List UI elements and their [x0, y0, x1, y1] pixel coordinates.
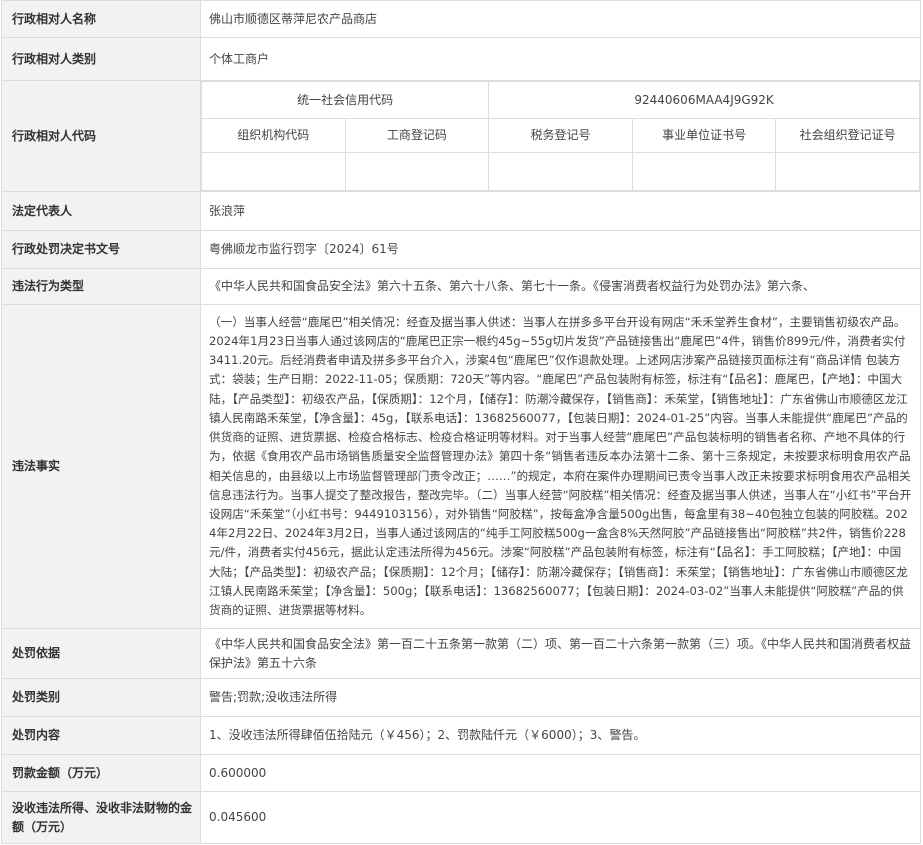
penalty-info-table: 行政相对人名称 佛山市顺德区蒂萍尼农产品商店 行政相对人类别 个体工商户 行政相… — [1, 0, 921, 844]
label-name: 行政相对人名称 — [1, 0, 201, 38]
label-basis: 处罚依据 — [1, 628, 201, 679]
label-doc-no: 行政处罚决定书文号 — [1, 230, 201, 269]
row-code: 行政相对人代码 统一社会信用代码 92440606MAA4J9G92K 组织机构… — [1, 80, 921, 192]
row-category: 行政相对人类别 个体工商户 — [1, 37, 921, 81]
label-penalty-content: 处罚内容 — [1, 716, 201, 755]
label-confiscation: 没收违法所得、没收非法财物的金额（万元） — [1, 791, 201, 844]
value-violation-type: 《中华人民共和国食品安全法》第六十五条、第六十八条、第七十一条。《侵害消费者权益… — [200, 268, 921, 305]
tax-reg-header: 税务登记号 — [488, 118, 633, 153]
social-org-value — [775, 152, 920, 191]
label-violation-type: 违法行为类型 — [1, 268, 201, 305]
value-confiscation: 0.045600 — [200, 791, 921, 844]
code-subtable: 统一社会信用代码 92440606MAA4J9G92K 组织机构代码 工商登记码… — [200, 81, 920, 191]
row-penalty-type: 处罚类别 警告;罚款;没收违法所得 — [1, 678, 921, 717]
row-legal-rep: 法定代表人 张浪萍 — [1, 191, 921, 231]
value-penalty-content: 1、没收违法所得肆佰伍拾陆元（￥456）；2、罚款陆仟元（￥6000）；3、警告… — [200, 716, 921, 755]
social-org-header: 社会组织登记证号 — [775, 118, 920, 153]
label-fine: 罚款金额（万元） — [1, 754, 201, 792]
row-confiscation: 没收违法所得、没收非法财物的金额（万元） 0.045600 — [1, 791, 921, 844]
org-code-header: 组织机构代码 — [201, 118, 346, 153]
business-reg-value — [344, 152, 490, 191]
value-penalty-type: 警告;罚款;没收违法所得 — [200, 678, 921, 717]
label-legal-rep: 法定代表人 — [1, 191, 201, 231]
business-reg-header: 工商登记码 — [344, 118, 490, 153]
row-fine: 罚款金额（万元） 0.600000 — [1, 754, 921, 792]
value-fine: 0.600000 — [200, 754, 921, 792]
label-penalty-type: 处罚类别 — [1, 678, 201, 717]
institution-cert-value — [631, 152, 777, 191]
code-subtable-cell: 统一社会信用代码 92440606MAA4J9G92K 组织机构代码 工商登记码… — [200, 80, 921, 192]
value-doc-no: 粤佛顺龙市监行罚字〔2024〕61号 — [200, 230, 921, 269]
row-name: 行政相对人名称 佛山市顺德区蒂萍尼农产品商店 — [1, 0, 921, 38]
label-code: 行政相对人代码 — [1, 80, 201, 192]
tax-reg-value — [488, 152, 633, 191]
credit-code-label: 统一社会信用代码 — [200, 81, 490, 119]
value-name: 佛山市顺德区蒂萍尼农产品商店 — [200, 0, 921, 38]
row-doc-no: 行政处罚决定书文号 粤佛顺龙市监行罚字〔2024〕61号 — [1, 230, 921, 269]
institution-cert-header: 事业单位证书号 — [631, 118, 777, 153]
row-basis: 处罚依据 《中华人民共和国食品安全法》第一百二十五条第一款第（二）项、第一百二十… — [1, 628, 921, 679]
org-code-value — [201, 152, 346, 191]
row-violation-type: 违法行为类型 《中华人民共和国食品安全法》第六十五条、第六十八条、第七十一条。《… — [1, 268, 921, 305]
row-facts: 违法事实 （一）当事人经营“鹿尾巴”相关情况：经查及据当事人供述：当事人在拼多多… — [1, 304, 921, 629]
label-category: 行政相对人类别 — [1, 37, 201, 81]
value-category: 个体工商户 — [200, 37, 921, 81]
credit-code-value: 92440606MAA4J9G92K — [488, 81, 920, 119]
row-penalty-content: 处罚内容 1、没收违法所得肆佰伍拾陆元（￥456）；2、罚款陆仟元（￥6000）… — [1, 716, 921, 755]
value-basis: 《中华人民共和国食品安全法》第一百二十五条第一款第（二）项、第一百二十六条第一款… — [200, 628, 921, 679]
value-facts: （一）当事人经营“鹿尾巴”相关情况：经查及据当事人供述：当事人在拼多多平台开设有… — [200, 304, 921, 629]
label-facts: 违法事实 — [1, 304, 201, 629]
value-legal-rep: 张浪萍 — [200, 191, 921, 231]
